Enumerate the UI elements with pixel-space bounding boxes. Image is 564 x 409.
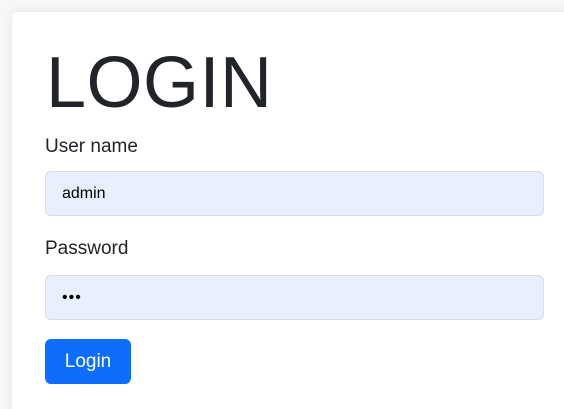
page-background: LOGIN User name Password Login [0, 0, 564, 409]
username-label: User name [45, 136, 138, 157]
password-label: Password [45, 238, 129, 259]
login-button[interactable]: Login [45, 339, 131, 384]
username-field[interactable] [45, 171, 544, 216]
password-field[interactable] [45, 275, 544, 320]
page-title: LOGIN [46, 43, 273, 123]
